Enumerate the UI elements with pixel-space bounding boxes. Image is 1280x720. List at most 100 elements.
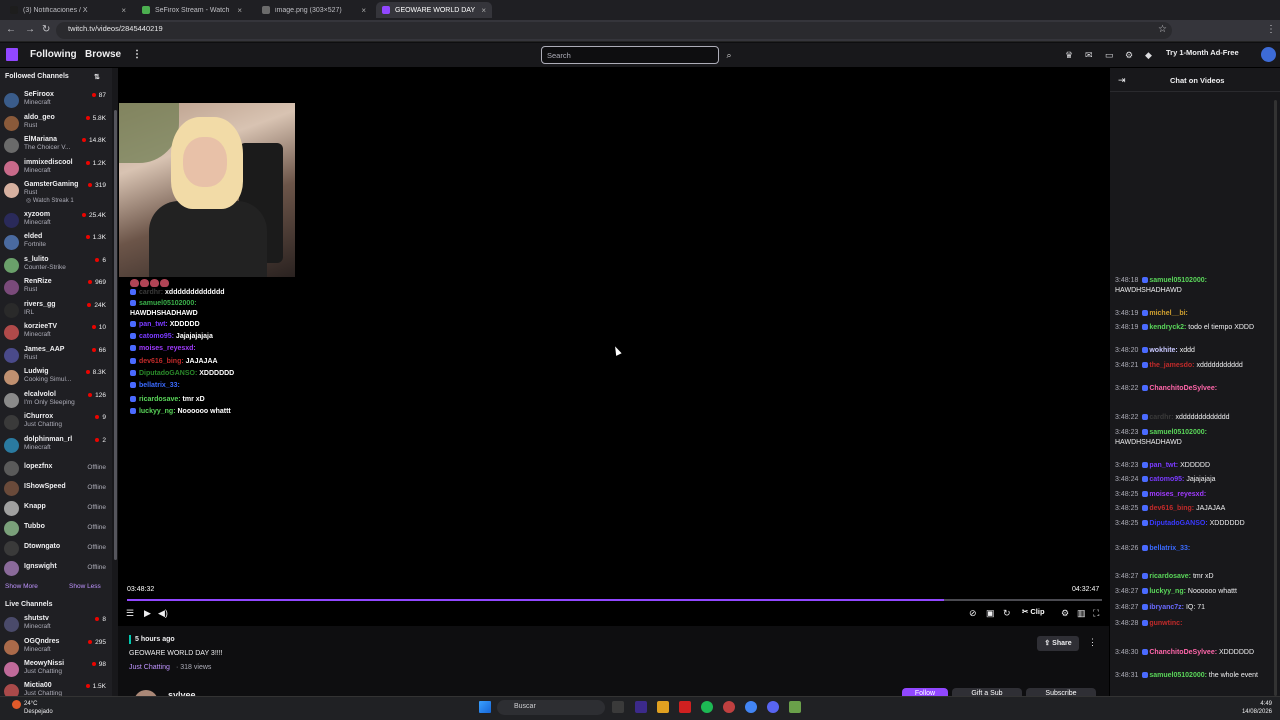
chat-username[interactable]: moises_reyesxd: <box>1149 491 1206 498</box>
bookmark-star-icon[interactable]: ☆ <box>1158 24 1167 35</box>
weather-icon[interactable] <box>12 700 21 709</box>
task-view-icon[interactable] <box>612 701 624 713</box>
chat-username[interactable]: ibryanc7z: <box>1149 604 1184 611</box>
search-icon[interactable]: ⌕ <box>721 46 737 64</box>
sidebar-channel[interactable]: rivers_gg IRL 24K <box>0 300 112 322</box>
chat-username[interactable]: michel__bi: <box>1149 310 1188 317</box>
sidebar-channel[interactable]: GamsterGaming Rust 319 ◎ Watch Streak 1 <box>0 180 112 204</box>
sidebar-live-channel[interactable]: shutstv Minecraft 8 <box>0 614 112 636</box>
video-category-link[interactable]: Just Chatting <box>129 664 170 671</box>
sidebar-channel[interactable]: Tubbo Offline <box>0 518 112 540</box>
chapters-icon[interactable]: ☰ <box>126 608 134 619</box>
chat-username[interactable]: samuel05102000: <box>1149 277 1207 284</box>
settings-gear-icon[interactable]: ⚙ <box>1061 608 1069 619</box>
share-button[interactable]: ⇪ Share <box>1037 636 1079 651</box>
crown-icon[interactable]: ♛ <box>1065 50 1073 61</box>
close-tab-icon[interactable]: × <box>361 6 366 15</box>
close-tab-icon[interactable]: × <box>237 6 242 15</box>
sidebar-channel[interactable]: elded Fortnite 1.3K <box>0 232 112 254</box>
chat-username[interactable]: the_jamesdo: <box>1149 362 1194 369</box>
theatre-mode-icon[interactable]: ▥ <box>1077 608 1086 619</box>
sidebar-live-channel[interactable]: MeowyNissi Just Chatting 98 <box>0 659 112 681</box>
more-options-icon[interactable]: ⋮ <box>1088 637 1097 648</box>
browser-menu-icon[interactable]: ⋮ <box>1266 24 1276 35</box>
chat-scrollbar[interactable] <box>1274 100 1277 696</box>
minecraft-icon[interactable] <box>789 701 801 713</box>
sidebar-channel[interactable]: s_lulito Counter-Strike 6 <box>0 255 112 277</box>
sidebar-channel[interactable]: RenRize Rust 969 <box>0 277 112 299</box>
chat-username[interactable]: luckyy_ng: <box>1149 588 1186 595</box>
chat-username[interactable]: wokhite: <box>1149 347 1177 354</box>
chat-username[interactable]: ChanchitoDeSylvee: <box>1149 385 1217 392</box>
chat-username[interactable]: samuel05102000: <box>1149 429 1207 436</box>
weather-widget[interactable]: 24°C Despejado <box>24 700 53 716</box>
sidebar-channel[interactable]: dolphinman_rl Minecraft 2 <box>0 435 112 457</box>
twitch-logo-icon[interactable] <box>6 48 18 61</box>
taskbar-search[interactable]: Buscar <box>497 700 605 715</box>
search-input[interactable]: Search <box>541 46 719 64</box>
app-icon[interactable] <box>723 701 735 713</box>
sidebar-channel[interactable]: IShowSpeed Offline <box>0 478 112 500</box>
ad-free-button[interactable]: Try 1-Month Ad-Free <box>1166 48 1239 57</box>
sidebar-channel[interactable]: aldo_geo Rust 5.8K <box>0 113 112 135</box>
sidebar-channel[interactable]: elcalvolol I'm Only Sleeping 126 <box>0 390 112 412</box>
fullscreen-icon[interactable]: ⛶ <box>1093 608 1099 619</box>
sidebar-channel[interactable]: Knapp Offline <box>0 498 112 520</box>
chat-username[interactable]: cardhr: <box>1149 414 1173 421</box>
sidebar-channel[interactable]: Ignswight Offline <box>0 558 112 580</box>
user-avatar[interactable] <box>1261 47 1276 62</box>
sidebar-channel[interactable]: korzieeTV Minecraft 10 <box>0 322 112 344</box>
bits-icon[interactable]: ◆ <box>1145 50 1152 61</box>
chat-username[interactable]: gunwtinc: <box>1149 620 1182 627</box>
chat-username[interactable]: ricardosave: <box>1149 573 1191 580</box>
system-clock[interactable]: 4:49 14/08/2026 <box>1220 700 1272 716</box>
mail-icon[interactable]: ✉ <box>1085 50 1093 61</box>
nav-browse[interactable]: Browse <box>85 49 121 60</box>
reload-icon[interactable]: ↻ <box>42 24 50 35</box>
sidebar-channel[interactable]: Dtowngato Offline <box>0 538 112 560</box>
spotify-icon[interactable] <box>701 701 713 713</box>
collapse-chat-icon[interactable]: ⇥ <box>1118 75 1126 86</box>
nav-following[interactable]: Following <box>30 49 77 60</box>
mute-icon[interactable]: ⊘ <box>969 608 977 619</box>
chrome-icon[interactable] <box>745 701 757 713</box>
chat-username[interactable]: pan_twt: <box>1149 462 1178 469</box>
sidebar-live-channel[interactable]: OGQndres Minecraft 295 <box>0 637 112 659</box>
clip-button[interactable]: ✂ Clip <box>1022 607 1045 616</box>
chat-username[interactable]: dev616_bing: <box>1149 505 1194 512</box>
forward-icon[interactable]: → <box>25 24 35 35</box>
caption-icon[interactable]: ▣ <box>986 608 995 619</box>
url-box[interactable] <box>56 22 1172 39</box>
sidebar-channel[interactable]: xyzoom Minecraft 25.4K <box>0 210 112 232</box>
chat-username[interactable]: kendryck2: <box>1149 324 1186 331</box>
premiere-icon[interactable] <box>635 701 647 713</box>
chat-bubble-icon[interactable]: ▭ <box>1105 50 1114 61</box>
file-explorer-icon[interactable] <box>657 701 669 713</box>
sidebar-channel[interactable]: ElMariana The Choicer V... 14.8K <box>0 135 112 157</box>
sidebar-scroll-thumb[interactable] <box>114 110 117 560</box>
browser-tab[interactable]: image.png (303×527) × <box>256 2 372 18</box>
chat-username[interactable]: samuel05102000: <box>1149 672 1207 679</box>
close-tab-icon[interactable]: × <box>481 6 486 15</box>
seek-bar[interactable] <box>127 599 1102 601</box>
close-tab-icon[interactable]: × <box>121 6 126 15</box>
sidebar-channel[interactable]: James_AAP Rust 66 <box>0 345 112 367</box>
reload-video-icon[interactable]: ↻ <box>1003 608 1011 619</box>
play-icon[interactable]: ▶ <box>144 608 151 619</box>
chat-username[interactable]: catomo95: <box>1149 476 1184 483</box>
sidebar-channel[interactable]: lopezfnx Offline <box>0 458 112 480</box>
sidebar-channel[interactable]: SeFiroox Minecraft 87 <box>0 90 112 112</box>
chat-username[interactable]: DiputadoGANSO: <box>1149 520 1207 527</box>
chat-username[interactable]: bellatrix_33: <box>1149 545 1190 552</box>
sort-icon[interactable]: ⇅ <box>94 73 100 81</box>
volume-icon[interactable]: ◀) <box>158 608 168 619</box>
sidebar-live-channel[interactable]: Mictia00 Just Chatting 1.5K <box>0 681 112 696</box>
chat-username[interactable]: ChanchitoDeSylvee: <box>1149 649 1217 656</box>
show-more-link[interactable]: Show More <box>5 583 38 590</box>
nav-more-icon[interactable]: ⋮ <box>132 49 142 60</box>
show-less-link[interactable]: Show Less <box>69 583 101 590</box>
extensions-icon[interactable]: ⚙ <box>1125 50 1133 61</box>
windows-start-icon[interactable] <box>479 701 491 713</box>
browser-tab[interactable]: GEOWARE WORLD DAY 3!!!! - T × <box>376 2 492 18</box>
adobe-icon[interactable] <box>679 701 691 713</box>
